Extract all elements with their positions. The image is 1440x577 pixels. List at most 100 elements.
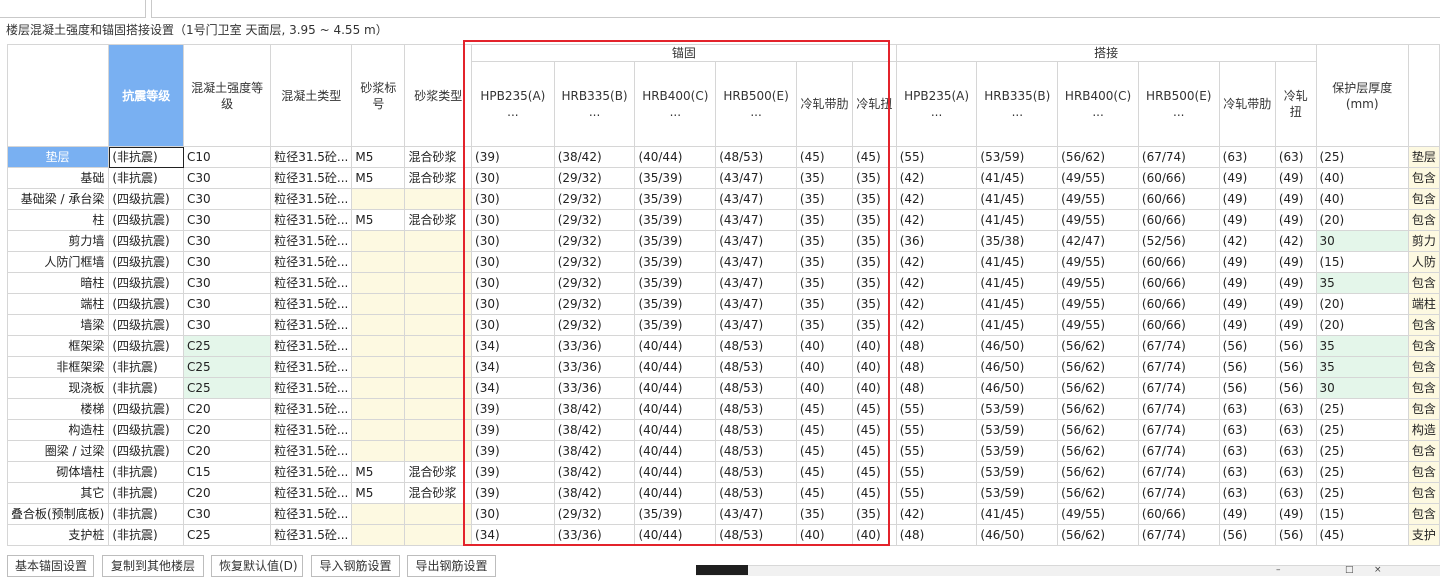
seismic-cell[interactable]: (四级抗震) [108, 335, 185, 357]
row-name[interactable]: 支护桩 [7, 524, 110, 546]
restore-defaults-button[interactable]: 恢复默认值(D) [211, 555, 303, 577]
concrete-type-cell[interactable]: 粒径31.5砼... [270, 146, 353, 168]
concrete-type-cell[interactable]: 粒径31.5砼... [270, 167, 353, 189]
concrete-type-cell[interactable]: 粒径31.5砼... [270, 272, 353, 294]
cover-cell[interactable]: 35 [1315, 356, 1409, 378]
seismic-cell[interactable]: (四级抗震) [108, 209, 185, 231]
lap-cell[interactable]: (56/62) [1057, 356, 1139, 378]
mortar-type-cell[interactable]: 混合砂浆 [404, 461, 473, 483]
anchorage-cell[interactable]: (40/44) [634, 377, 717, 399]
lap-cell[interactable]: (67/74) [1137, 461, 1220, 483]
concrete-grade-cell[interactable]: C20 [183, 482, 272, 504]
lap-cell[interactable]: (56/62) [1057, 482, 1139, 504]
anchorage-cell[interactable]: (43/47) [715, 314, 797, 336]
row-name[interactable]: 基础 [7, 167, 110, 189]
note-cell[interactable]: 包含 [1407, 503, 1440, 525]
lap-cell[interactable]: (49) [1218, 209, 1276, 231]
anchorage-cell[interactable]: (45) [795, 398, 854, 420]
mortar-type-cell[interactable] [404, 272, 473, 294]
lap-cell[interactable]: (60/66) [1137, 293, 1220, 315]
anchorage-cell[interactable]: (48/53) [715, 335, 797, 357]
col-mortar-type-header[interactable]: 砂浆类型 [404, 44, 473, 147]
lap-cell[interactable]: (63) [1218, 146, 1276, 168]
row-name[interactable]: 暗柱 [7, 272, 110, 294]
concrete-type-cell[interactable]: 粒径31.5砼... [270, 482, 353, 504]
mortar-type-cell[interactable]: 混合砂浆 [404, 482, 473, 504]
lap-cell[interactable]: (63) [1274, 146, 1317, 168]
col-lap-0-header[interactable]: HPB235(A)... [895, 61, 978, 147]
concrete-grade-cell[interactable]: C30 [183, 251, 272, 273]
note-cell[interactable]: 包含 [1407, 272, 1440, 294]
note-cell[interactable]: 包含 [1407, 440, 1440, 462]
anchorage-cell[interactable]: (38/42) [553, 440, 636, 462]
restore-icon[interactable]: □ [1345, 565, 1354, 575]
concrete-type-cell[interactable]: 粒径31.5砼... [270, 314, 353, 336]
lap-cell[interactable]: (49/55) [1057, 209, 1139, 231]
lap-cell[interactable]: (53/59) [976, 440, 1059, 462]
lap-cell[interactable]: (63) [1274, 440, 1317, 462]
concrete-type-cell[interactable]: 粒径31.5砼... [270, 293, 353, 315]
anchorage-cell[interactable]: (29/32) [553, 167, 636, 189]
anchorage-cell[interactable]: (48/53) [715, 377, 797, 399]
lap-cell[interactable]: (60/66) [1137, 167, 1220, 189]
anchorage-cell[interactable]: (29/32) [553, 272, 636, 294]
anchorage-cell[interactable]: (35/39) [634, 209, 717, 231]
col-anchor-0-header[interactable]: HPB235(A)... [471, 61, 555, 147]
col-seismic-header[interactable]: 抗震等级 [108, 44, 185, 147]
lap-cell[interactable]: (49/55) [1057, 503, 1139, 525]
anchorage-cell[interactable]: (45) [795, 146, 854, 168]
lap-cell[interactable]: (60/66) [1137, 272, 1220, 294]
mortar-grade-cell[interactable] [351, 377, 406, 399]
anchorage-cell[interactable]: (29/32) [553, 251, 636, 273]
mortar-type-cell[interactable]: 混合砂浆 [404, 167, 473, 189]
note-cell[interactable]: 包含 [1407, 209, 1440, 231]
anchorage-cell[interactable]: (43/47) [715, 503, 797, 525]
anchorage-cell[interactable]: (45) [852, 398, 897, 420]
concrete-type-cell[interactable]: 粒径31.5砼... [270, 251, 353, 273]
lap-cell[interactable]: (63) [1218, 461, 1276, 483]
anchorage-cell[interactable]: (48/53) [715, 461, 797, 483]
lap-cell[interactable]: (48) [895, 524, 978, 546]
lap-cell[interactable]: (56/62) [1057, 419, 1139, 441]
lap-cell[interactable]: (56/62) [1057, 377, 1139, 399]
lap-cell[interactable]: (49) [1274, 167, 1317, 189]
lap-cell[interactable]: (48) [895, 335, 978, 357]
mortar-type-cell[interactable] [404, 293, 473, 315]
row-name[interactable]: 基础梁 / 承台梁 [7, 188, 110, 210]
mortar-type-cell[interactable] [404, 188, 473, 210]
anchorage-cell[interactable]: (35) [795, 293, 854, 315]
lap-cell[interactable]: (63) [1274, 398, 1317, 420]
concrete-grade-cell[interactable]: C30 [183, 272, 272, 294]
lap-cell[interactable]: (42) [895, 272, 978, 294]
seismic-cell[interactable]: (非抗震) [108, 503, 185, 525]
mortar-grade-cell[interactable] [351, 251, 406, 273]
anchorage-cell[interactable]: (43/47) [715, 167, 797, 189]
mortar-grade-cell[interactable] [351, 419, 406, 441]
concrete-grade-cell[interactable]: C30 [183, 209, 272, 231]
lap-cell[interactable]: (49) [1274, 188, 1317, 210]
cover-cell[interactable]: (25) [1315, 419, 1409, 441]
anchorage-cell[interactable]: (35) [852, 230, 897, 252]
taskbar-button[interactable] [696, 565, 748, 575]
cover-cell[interactable]: (25) [1315, 398, 1409, 420]
mortar-type-cell[interactable] [404, 251, 473, 273]
lap-cell[interactable]: (55) [895, 482, 978, 504]
note-cell[interactable]: 包含 [1407, 167, 1440, 189]
note-cell[interactable]: 包含 [1407, 482, 1440, 504]
lap-cell[interactable]: (41/45) [976, 503, 1059, 525]
cover-cell[interactable]: (25) [1315, 461, 1409, 483]
anchorage-cell[interactable]: (43/47) [715, 230, 797, 252]
anchorage-cell[interactable]: (33/36) [553, 524, 636, 546]
anchorage-cell[interactable]: (30) [471, 293, 555, 315]
mortar-type-cell[interactable] [404, 398, 473, 420]
lap-cell[interactable]: (56/62) [1057, 146, 1139, 168]
col-anchor-5-header[interactable]: 冷轧扭 [852, 61, 897, 147]
anchorage-cell[interactable]: (45) [795, 482, 854, 504]
cover-cell[interactable]: (45) [1315, 524, 1409, 546]
lap-cell[interactable]: (55) [895, 440, 978, 462]
note-cell[interactable]: 包含 [1407, 398, 1440, 420]
anchorage-cell[interactable]: (38/42) [553, 398, 636, 420]
lap-cell[interactable]: (49) [1218, 314, 1276, 336]
anchorage-cell[interactable]: (35) [795, 314, 854, 336]
anchorage-cell[interactable]: (35) [795, 503, 854, 525]
